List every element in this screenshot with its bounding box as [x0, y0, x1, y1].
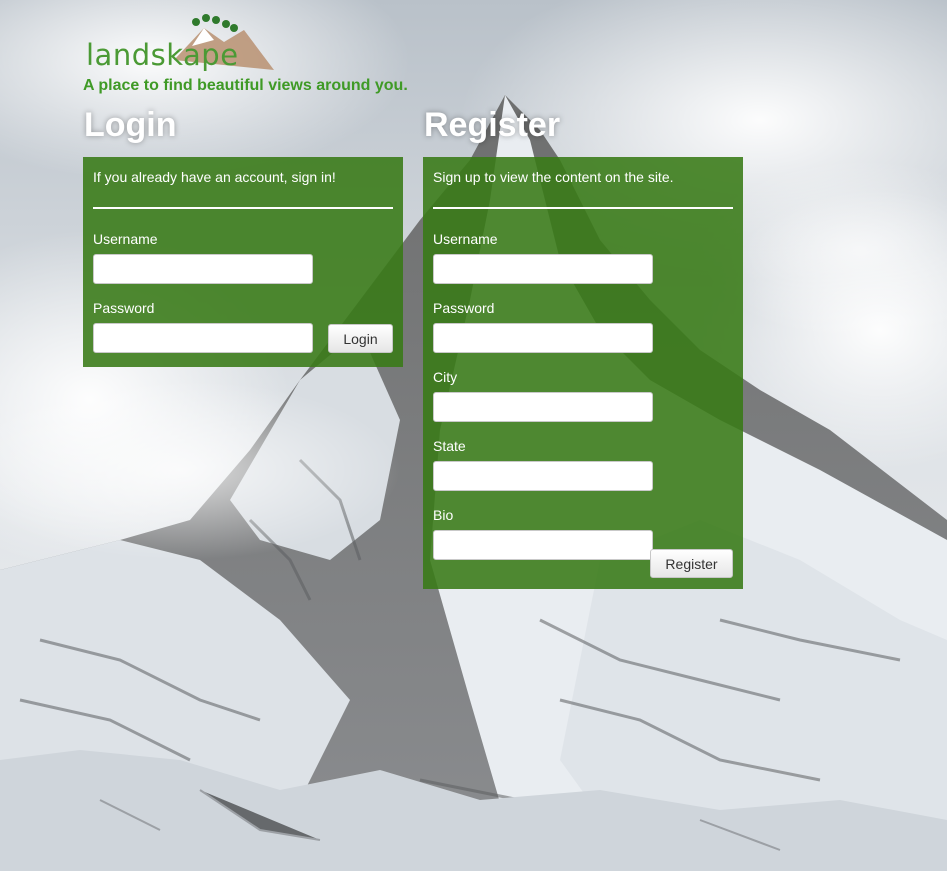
login-password-row: Login [93, 323, 393, 353]
register-username-input[interactable] [433, 254, 653, 284]
login-intro-text: If you already have an account, sign in! [93, 167, 393, 209]
register-city-label: City [433, 369, 458, 385]
register-city-row [433, 392, 733, 422]
register-title: Register [424, 106, 561, 144]
login-form: If you already have an account, sign in!… [83, 157, 403, 367]
login-username-row [93, 254, 393, 284]
register-username-row [433, 254, 733, 284]
register-form: Sign up to view the content on the site.… [423, 157, 743, 589]
tagline: A place to find beautiful views around y… [83, 77, 408, 94]
login-password-input[interactable] [93, 323, 313, 353]
register-button[interactable]: Register [650, 549, 733, 578]
register-bio-input[interactable] [433, 530, 653, 560]
register-password-input[interactable] [433, 323, 653, 353]
register-bio-label: Bio [433, 507, 454, 523]
register-city-input[interactable] [433, 392, 653, 422]
login-button[interactable]: Login [328, 324, 393, 353]
register-intro-text: Sign up to view the content on the site. [433, 167, 733, 209]
register-state-row [433, 461, 733, 491]
register-state-input[interactable] [433, 461, 653, 491]
register-password-label: Password [433, 300, 495, 316]
register-username-label: Username [433, 231, 498, 247]
login-username-input[interactable] [93, 254, 313, 284]
login-password-label: Password [93, 300, 155, 316]
logo-text: landskape [86, 38, 239, 72]
login-username-label: Username [93, 231, 158, 247]
landskape-logo[interactable]: landskape [84, 10, 284, 80]
register-password-row [433, 323, 733, 353]
login-title: Login [84, 106, 177, 144]
register-state-label: State [433, 438, 466, 454]
